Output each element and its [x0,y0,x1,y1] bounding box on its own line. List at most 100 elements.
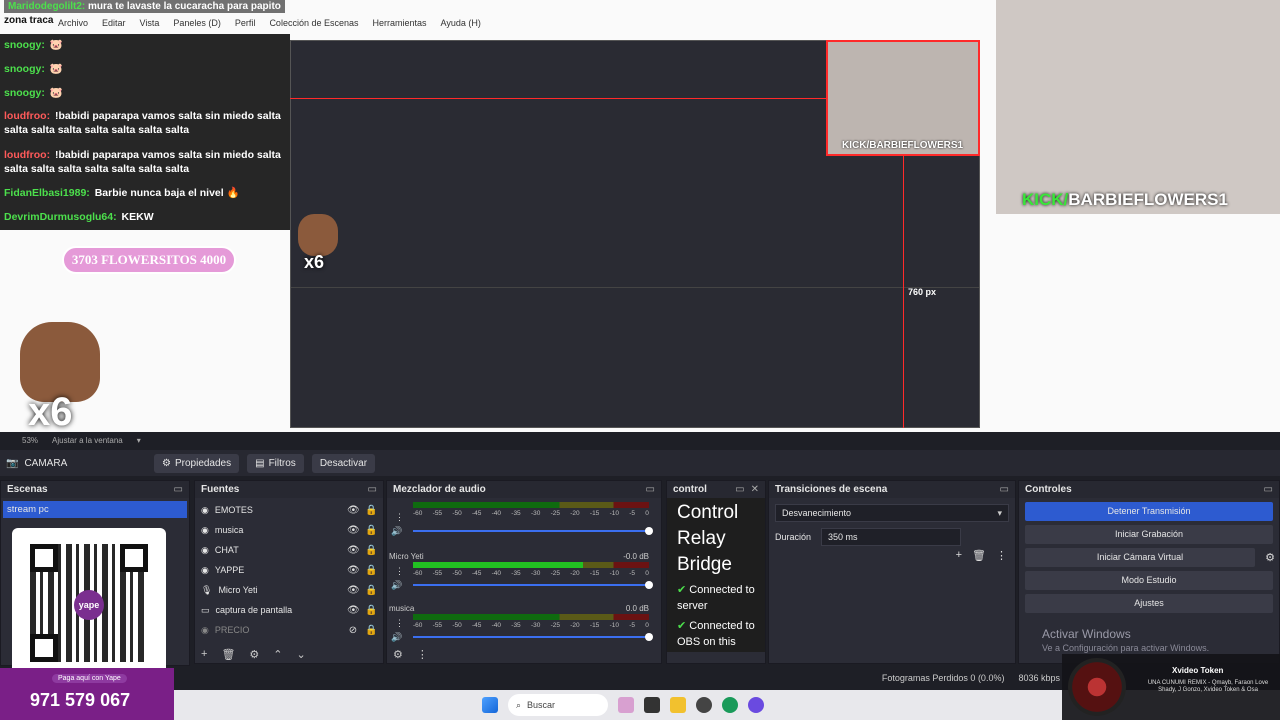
menu-item: Editar [102,18,126,28]
eye-icon[interactable]: 👁 [347,525,360,536]
source-row[interactable]: ◉ musica 👁 🔒 [195,520,383,540]
app-icon[interactable] [618,697,634,713]
stop-streaming-button[interactable]: Detener Transmisión [1025,502,1273,521]
add-icon[interactable]: + [956,549,962,562]
speaker-icon[interactable]: 🔊 [391,632,402,643]
menu-dots-icon[interactable]: ⋮ [395,512,404,523]
start-recording-button[interactable]: Iniciar Grabación [1025,525,1273,544]
menu-dots-icon[interactable]: ⋮ [996,549,1007,562]
lock-icon[interactable]: 🔒 [365,625,377,636]
lock-icon[interactable]: 🔒 [365,545,377,556]
transition-select[interactable]: Desvanecimiento [775,504,1009,522]
source-row[interactable]: ◉ EMOTES 👁 🔒 [195,500,383,520]
volume-slider[interactable] [413,633,653,641]
chat-text: 🐷 [49,87,63,99]
volume-knob[interactable] [645,633,653,641]
trash-icon[interactable]: 🗑 [221,648,235,661]
dock-float-icon[interactable]: ▭ [1264,484,1273,495]
audio-mixer-dock: Mezclador de audio ▭ -60 -55 -50 -45 -40 -35 -3… [386,480,662,664]
meter-tick-label: -30 [530,622,541,629]
source-row[interactable]: ◉ PRECIO ⊘ 🔒 [195,620,383,640]
menu-dots-icon[interactable]: ⋮ [395,618,404,629]
eye-icon[interactable]: 👁 [347,585,360,596]
filters-button[interactable]: ▤ Filtros [247,453,304,473]
duration-input[interactable]: 350 ms [821,528,961,546]
lock-icon[interactable]: 🔒 [365,525,377,536]
properties-button[interactable]: ⚙ Propiedades [154,453,240,473]
source-row[interactable]: ▭ captura de pantalla 👁 🔒 [195,600,383,620]
obs-icon[interactable] [696,697,712,713]
dock-float-icon[interactable]: ▭ [368,484,377,495]
meter-tick-label: -50 [452,510,462,517]
dock-float-icon[interactable]: ▭ [646,484,655,495]
folder-icon[interactable] [670,697,686,713]
add-icon[interactable]: + [201,648,207,660]
webcam-feed: KICK/BARBIEFLOWERS1 [996,0,1280,214]
chat-user: FidanElbasi1989: [4,187,90,199]
lock-icon[interactable]: 🔒 [365,565,377,576]
lock-icon[interactable]: 🔒 [365,585,377,596]
source-row[interactable]: ◉ CHAT 👁 🔒 [195,540,383,560]
source-row[interactable]: 🎙 Micro Yeti 👁 🔒 [195,580,383,600]
studio-mode-button[interactable]: Modo Estudio [1025,571,1273,590]
menu-dots-icon[interactable]: ⋮ [395,566,404,577]
float-icon[interactable]: ▭ [735,484,744,495]
meter-tick-label: -45 [471,622,482,629]
lock-icon[interactable]: 🔒 [365,605,377,616]
speaker-icon[interactable]: 🔊 [391,580,402,591]
meter-ticks: -60 -55 -50 -45 -40 -35 -30 -25 -20 -15 -10 -5 0 [413,510,649,517]
discord-icon[interactable] [748,697,764,713]
dock-float-icon[interactable]: ▭ [1000,484,1009,495]
volume-slider[interactable] [413,581,653,589]
camera-icon: 📷 [6,457,19,469]
meter-tick-label: -25 [550,510,560,517]
chat-line: snoogy: 🐷 [4,86,284,100]
gear-icon: ⚙ [162,457,171,469]
volume-knob[interactable] [645,527,653,535]
eye-icon[interactable]: 👁 [347,565,360,576]
source-row[interactable]: ◉ YAPPE 👁 🔒 [195,560,383,580]
properties-label: Propiedades [174,457,232,469]
yape-logo: yape [74,590,104,620]
eye-icon[interactable]: 👁 [347,505,360,516]
volume-slider[interactable] [413,527,653,535]
dock-title: Controles [1025,484,1072,495]
zoom-level[interactable]: 53% [22,436,38,445]
chrome-icon[interactable] [722,697,738,713]
eye-icon[interactable]: 👁 [347,605,360,616]
meter-tick-label: -40 [491,510,502,517]
dock-float-icon[interactable]: ▭ [174,484,183,495]
eye-icon[interactable]: 👁 [347,545,360,556]
volume-knob[interactable] [645,581,653,589]
webcam-selected[interactable]: KICK/BARBIEFLOWERS1 [826,40,980,156]
start-virtual-cam-button[interactable]: Iniciar Cámara Virtual [1025,548,1255,567]
meter-tick-label: -10 [609,510,619,517]
program-preview[interactable]: Archivo Editar Vista Paneles (D) Perfil … [0,0,1280,434]
fit-mode[interactable]: Ajustar a la ventana [52,436,123,445]
app-icon[interactable] [644,697,660,713]
chevron-up-icon[interactable]: ⌃ [273,648,282,661]
trash-icon[interactable]: 🗑 [972,549,986,562]
scene-item[interactable]: stream pc [3,501,187,518]
menu-item: Herramientas [372,18,427,28]
speaker-icon[interactable]: 🔊 [391,526,402,537]
taskbar-search[interactable]: ⌕ Buscar [508,694,608,716]
chevron-down-icon[interactable]: ⌄ [297,648,306,661]
meter-tick-label: -30 [530,570,541,577]
eye-hidden-icon[interactable]: ⊘ [347,625,359,636]
mixer-settings-icon[interactable]: ⚙ [393,648,403,661]
windows-start-icon[interactable] [482,697,498,713]
close-icon[interactable]: ✕ [751,484,759,495]
gear-icon[interactable]: ⚙ [1261,551,1279,564]
gear-icon[interactable]: ⚙ [249,648,259,661]
lock-icon[interactable]: 🔒 [365,505,377,516]
settings-button[interactable]: Ajustes [1025,594,1273,613]
stream-subtitle: zona traca [4,15,54,26]
chat-user: DevrimDurmusoglu64: [4,211,117,223]
meter-tick-label: -25 [550,570,560,577]
menu-dots-icon[interactable]: ⋮ [417,648,428,661]
deactivate-button[interactable]: Desactivar [311,453,376,473]
meter-tick-label: -60 [413,570,423,577]
source-name: captura de pantalla [215,605,293,615]
chevron-down-icon[interactable]: ▾ [137,436,141,445]
